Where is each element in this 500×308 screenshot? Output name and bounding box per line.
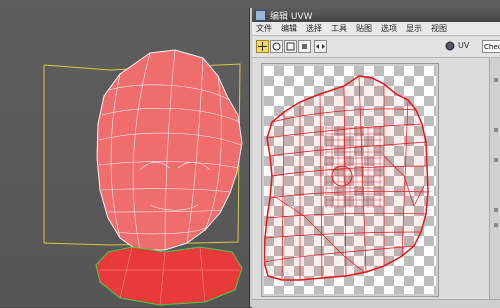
uv-label: UV [458,41,470,50]
menu-edit[interactable]: 编辑 [281,23,297,34]
scale-icon[interactable] [284,40,297,53]
camera-icon[interactable] [444,40,457,53]
menu-tools[interactable]: 工具 [331,23,347,34]
uv-toolbar: UV Checker [252,37,500,58]
window-title: 编辑 UVW [270,11,313,22]
app-icon [255,9,266,21]
menu-mapping[interactable]: 贴图 [356,23,372,34]
tool-dot[interactable] [494,223,498,227]
tool-dot[interactable] [494,158,498,162]
menu-view[interactable]: 视图 [431,23,447,34]
move-icon[interactable] [256,40,269,53]
side-tool-strip[interactable] [489,58,500,304]
rotate-icon[interactable] [270,40,283,53]
uv-editor-frame [261,63,439,297]
menu-file[interactable]: 文件 [256,23,272,34]
window-titlebar[interactable]: 编辑 UVW [252,8,500,22]
mirror-icon[interactable] [314,40,327,53]
tool-dot[interactable] [494,78,498,82]
checker-dropdown[interactable]: Checker [482,40,500,53]
freeform-icon[interactable] [298,40,311,53]
tool-dot[interactable] [494,208,498,212]
menu-select[interactable]: 选择 [306,23,322,34]
menu-bar: 文件 编辑 选择 工具 贴图 选项 显示 视图 [252,22,500,36]
edit-uvw-window[interactable]: 编辑 UVW 文件 编辑 选择 工具 贴图 选项 显示 视图 UV Checke… [250,8,500,308]
tool-dot[interactable] [494,128,498,132]
neck-selection[interactable] [95,246,243,306]
menu-options[interactable]: 选项 [381,23,397,34]
menu-display[interactable]: 显示 [406,23,422,34]
uv-canvas[interactable] [264,66,436,294]
